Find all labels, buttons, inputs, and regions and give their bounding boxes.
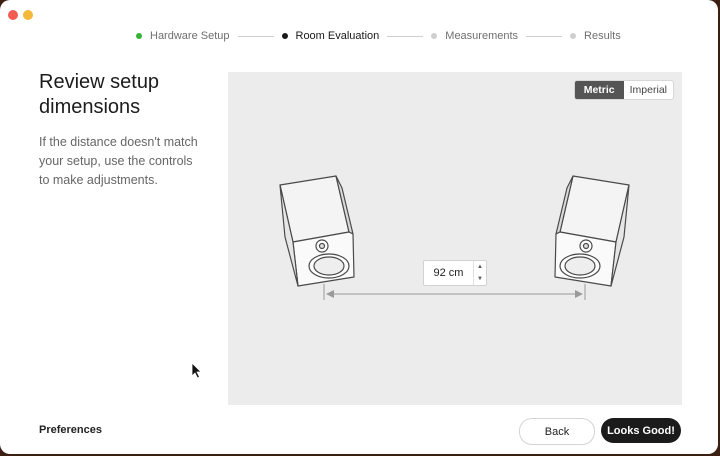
increment-arrow-icon[interactable]: ▲	[474, 261, 486, 273]
step-measurements: Measurements	[431, 30, 518, 42]
step-status-dot	[136, 33, 142, 39]
step-label: Results	[584, 30, 621, 42]
step-connector	[237, 35, 274, 37]
step-status-dot	[570, 33, 577, 39]
back-button[interactable]: Back	[519, 418, 595, 445]
distance-value[interactable]: 92 cm	[424, 267, 473, 279]
step-label: Hardware Setup	[150, 30, 230, 42]
progress-stepper: Hardware Setup Room Evaluation Measureme…	[136, 29, 621, 43]
right-speaker-icon[interactable]	[554, 175, 630, 287]
step-status-dot	[431, 33, 438, 39]
decrement-arrow-icon[interactable]: ▼	[474, 273, 486, 285]
step-connector	[526, 35, 563, 37]
stepper-arrows: ▲ ▼	[473, 261, 486, 285]
looks-good-button[interactable]: Looks Good!	[601, 418, 681, 443]
distance-stepper[interactable]: 92 cm ▲ ▼	[423, 260, 487, 286]
page-title: Review setup dimensions	[39, 71, 160, 118]
step-label: Measurements	[445, 30, 519, 42]
setup-visualization: Metric Imperial 92 cm ▲ ▼	[228, 72, 682, 405]
step-connector	[387, 35, 424, 37]
speaker-diagram	[279, 175, 630, 300]
preferences-link[interactable]: Preferences	[39, 424, 102, 436]
left-speaker-icon[interactable]	[279, 175, 355, 287]
step-hardware-setup: Hardware Setup	[136, 30, 230, 42]
app-window: Hardware Setup Room Evaluation Measureme…	[0, 0, 718, 454]
close-window-button[interactable]	[8, 10, 18, 20]
distance-line	[323, 284, 586, 300]
step-results: Results	[570, 30, 621, 42]
step-room-evaluation: Room Evaluation	[281, 30, 380, 42]
mouse-cursor-icon	[191, 362, 202, 379]
step-status-dot	[281, 33, 288, 39]
page-description: If the distance doesn't match your setup…	[39, 135, 198, 187]
window-controls	[8, 10, 33, 20]
step-label: Room Evaluation	[295, 30, 380, 42]
minimize-window-button[interactable]	[23, 10, 33, 20]
